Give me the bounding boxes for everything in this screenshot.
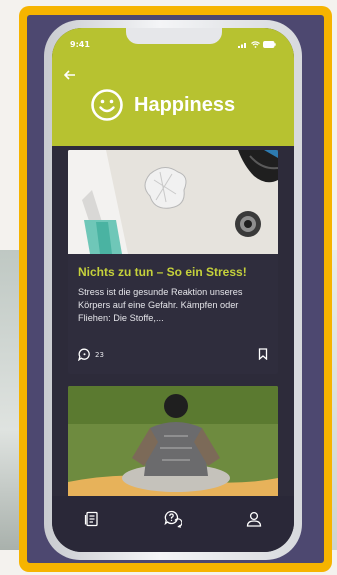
status-icons	[238, 40, 276, 49]
profile-icon	[246, 511, 261, 527]
article-feed[interactable]: Nichts zu tun – So ein Stress! Stress is…	[68, 150, 278, 496]
comment-counter[interactable]: 23	[78, 348, 104, 361]
smiley-icon	[91, 89, 123, 121]
wifi-icon	[251, 41, 260, 48]
nav-item-articles[interactable]	[83, 510, 101, 532]
article-excerpt: Stress ist die gesunde Reaktion unseres …	[78, 287, 243, 323]
phone-notch	[126, 28, 222, 44]
back-button[interactable]	[63, 68, 76, 84]
nav-item-help[interactable]	[164, 510, 183, 532]
help-chat-icon	[164, 510, 183, 528]
bookmark-icon	[258, 348, 268, 361]
app-header: 9:41 Happiness	[52, 28, 294, 146]
bottom-navigation	[52, 496, 294, 552]
document-icon	[85, 511, 98, 527]
article-card[interactable]: Nichts zu tun – So ein Stress! Stress is…	[68, 150, 278, 374]
nav-item-profile[interactable]	[245, 510, 263, 532]
phone-mockup: 9:41 Happiness Nichts zu tun – So ein St…	[44, 20, 302, 560]
meditation-photo	[68, 386, 278, 496]
article-title[interactable]: Nichts zu tun – So ein Stress!	[78, 264, 268, 280]
comment-count: 23	[95, 350, 104, 359]
article-footer: 23	[78, 345, 268, 364]
arrow-left-icon	[63, 70, 75, 80]
comment-icon	[78, 348, 90, 361]
page-title: Happiness	[134, 93, 236, 116]
bookmark-button[interactable]	[258, 345, 268, 364]
article-card-2[interactable]	[68, 386, 278, 496]
article-image	[68, 150, 278, 254]
phone-screen: 9:41 Happiness Nichts zu tun – So ein St…	[52, 28, 294, 552]
page-title-row: Happiness	[90, 88, 235, 122]
signal-icon	[238, 43, 246, 48]
status-time: 9:41	[70, 40, 90, 49]
stage: 9:41 Happiness Nichts zu tun – So ein St…	[0, 0, 337, 575]
battery-icon	[263, 41, 276, 48]
desk-photo	[68, 150, 278, 254]
